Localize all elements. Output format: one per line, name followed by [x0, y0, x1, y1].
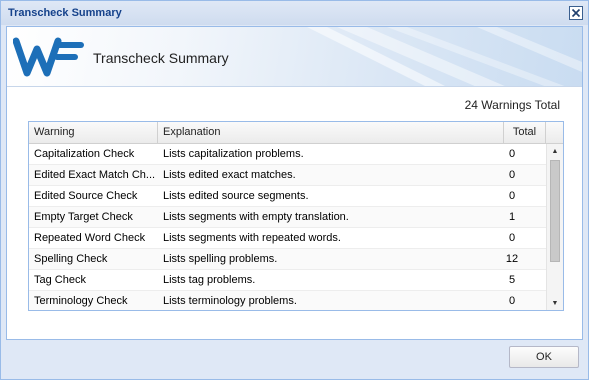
total-cell: 0 — [508, 148, 516, 160]
dialog-titlebar[interactable]: Transcheck Summary — [1, 1, 588, 25]
scroll-down-arrow-icon[interactable]: ▼ — [547, 296, 563, 310]
table-row[interactable]: Capitalization Check Lists capitalizatio… — [29, 144, 546, 165]
warning-cell: Repeated Word Check — [34, 232, 146, 244]
explanation-cell: Lists spelling problems. — [163, 253, 278, 265]
column-header-explanation[interactable]: Explanation — [158, 122, 504, 143]
warning-cell: Tag Check — [34, 274, 86, 286]
wf-logo-icon — [12, 37, 84, 77]
total-cell: 5 — [508, 274, 516, 286]
ok-button[interactable]: OK — [509, 346, 579, 368]
vertical-scrollbar[interactable]: ▲ ▼ — [546, 144, 563, 310]
table-row[interactable]: Terminology Check Lists terminology prob… — [29, 291, 546, 310]
banner-title: Transcheck Summary — [93, 50, 229, 66]
dialog-title: Transcheck Summary — [8, 7, 122, 19]
grid-body: Capitalization Check Lists capitalizatio… — [29, 144, 546, 310]
table-row[interactable]: Tag Check Lists tag problems. 5 — [29, 270, 546, 291]
close-icon — [571, 8, 581, 18]
dialog-footer: OK — [1, 341, 588, 379]
explanation-cell: Lists edited source segments. — [163, 190, 309, 202]
warnings-total-label: 24 Warnings Total — [464, 98, 560, 112]
warnings-grid: Warning Explanation Total Capitalization… — [28, 121, 564, 311]
total-cell: 0 — [508, 295, 516, 307]
explanation-cell: Lists segments with empty translation. — [163, 211, 349, 223]
warning-cell: Capitalization Check — [34, 148, 135, 160]
total-cell: 0 — [508, 169, 516, 181]
explanation-cell: Lists tag problems. — [163, 274, 256, 286]
explanation-cell: Lists segments with repeated words. — [163, 232, 341, 244]
total-cell: 12 — [505, 253, 519, 265]
total-cell: 0 — [508, 232, 516, 244]
warning-cell: Edited Source Check — [34, 190, 138, 202]
table-row[interactable]: Spelling Check Lists spelling problems. … — [29, 249, 546, 270]
close-button[interactable] — [569, 6, 583, 20]
explanation-cell: Lists edited exact matches. — [163, 169, 296, 181]
transcheck-summary-dialog: Transcheck Summary Transcheck Summary 24… — [0, 0, 589, 380]
table-row[interactable]: Repeated Word Check Lists segments with … — [29, 228, 546, 249]
column-header-warning[interactable]: Warning — [29, 122, 158, 143]
table-row[interactable]: Empty Target Check Lists segments with e… — [29, 207, 546, 228]
warning-cell: Empty Target Check — [34, 211, 133, 223]
wf-logo — [12, 35, 85, 82]
dialog-content: Transcheck Summary 24 Warnings Total War… — [6, 26, 583, 340]
scrollbar-thumb[interactable] — [550, 160, 560, 262]
header-banner: Transcheck Summary — [7, 27, 582, 87]
table-row[interactable]: Edited Exact Match Ch... Lists edited ex… — [29, 165, 546, 186]
total-cell: 1 — [508, 211, 516, 223]
explanation-cell: Lists capitalization problems. — [163, 148, 304, 160]
warning-cell: Terminology Check — [34, 295, 128, 307]
column-header-total[interactable]: Total — [504, 122, 546, 143]
grid-header: Warning Explanation Total — [29, 122, 563, 144]
total-cell: 0 — [508, 190, 516, 202]
scroll-up-arrow-icon[interactable]: ▲ — [547, 144, 563, 158]
explanation-cell: Lists terminology problems. — [163, 295, 297, 307]
table-row[interactable]: Edited Source Check Lists edited source … — [29, 186, 546, 207]
warning-cell: Spelling Check — [34, 253, 108, 265]
warning-cell: Edited Exact Match Ch... — [34, 169, 156, 181]
